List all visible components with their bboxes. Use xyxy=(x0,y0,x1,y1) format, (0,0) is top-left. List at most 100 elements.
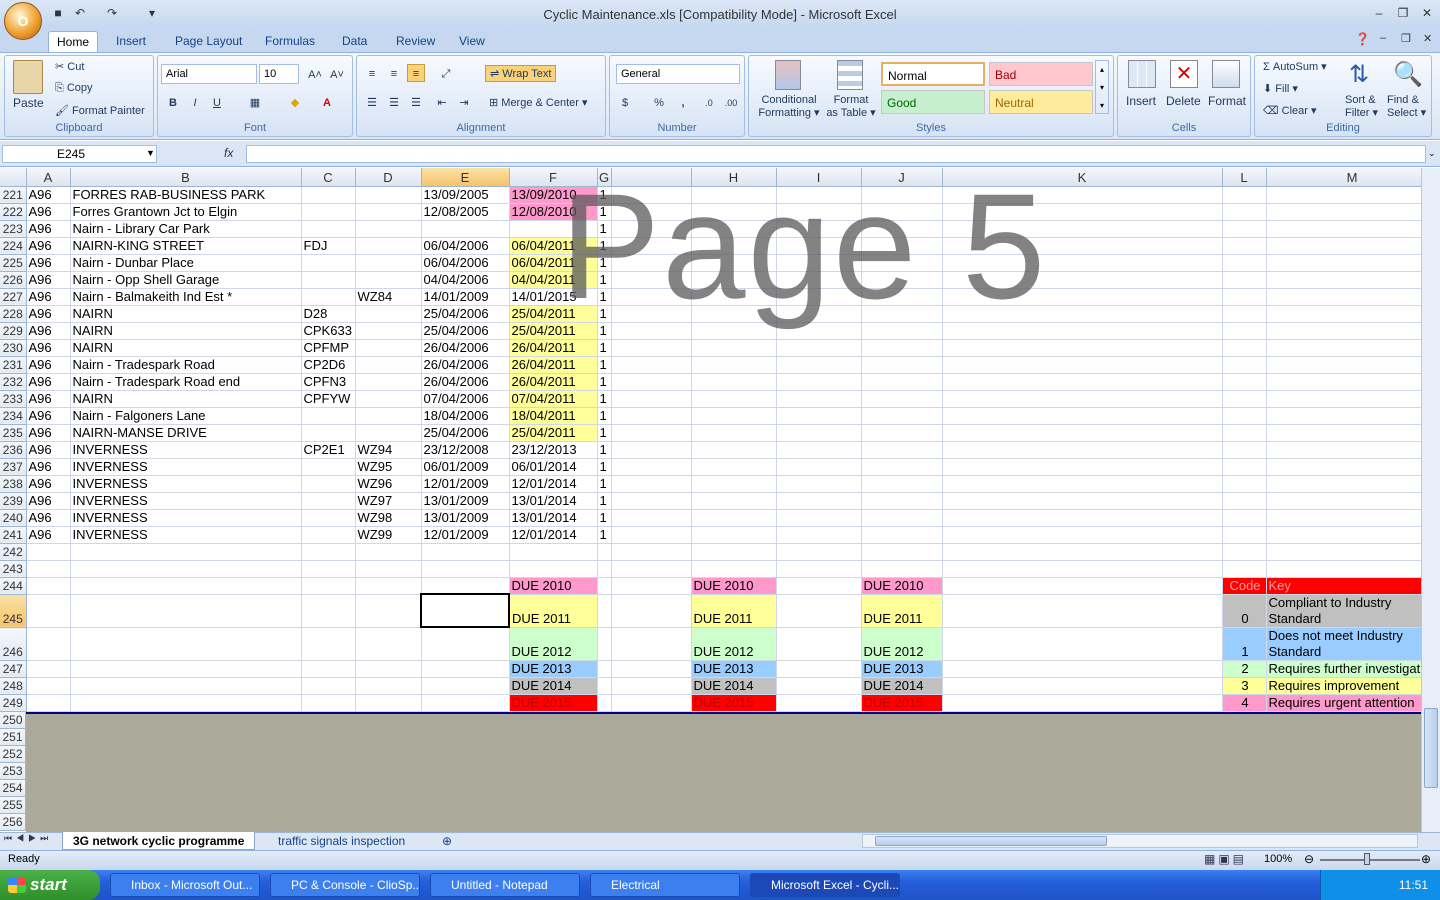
taskbar-browser[interactable]: PC & Console - ClioSp... xyxy=(270,873,420,897)
horizontal-scrollbar[interactable] xyxy=(862,834,1418,848)
cell-code[interactable]: 1 xyxy=(597,237,612,255)
tab-insert[interactable]: Insert xyxy=(108,31,154,52)
cell-blank[interactable] xyxy=(776,271,862,289)
cell-ref-d[interactable] xyxy=(355,186,422,204)
cell-blank[interactable] xyxy=(611,339,692,357)
cell-blank[interactable] xyxy=(776,458,862,476)
cell-blank[interactable] xyxy=(1266,220,1439,238)
cell-blank[interactable] xyxy=(301,594,356,628)
cell-last-date[interactable]: 25/04/2006 xyxy=(421,305,510,323)
cell-blank[interactable] xyxy=(691,390,777,408)
row-header[interactable]: 237 xyxy=(0,458,27,476)
insert-function-icon[interactable]: fx xyxy=(224,146,233,160)
help-icon[interactable]: ❓ xyxy=(1355,32,1370,46)
cell-blank[interactable] xyxy=(421,577,510,595)
cell-blank[interactable] xyxy=(301,694,356,712)
cell-blank[interactable] xyxy=(1266,356,1439,374)
row-header[interactable]: 250 xyxy=(0,712,26,729)
cell-code[interactable]: 1 xyxy=(597,339,612,357)
active-cell[interactable] xyxy=(420,593,510,628)
cell-blank[interactable] xyxy=(355,543,422,561)
cell-blank[interactable] xyxy=(26,594,71,628)
due-legend-k[interactable]: DUE 2012 xyxy=(861,627,943,661)
cell-blank[interactable] xyxy=(355,660,422,678)
row-header[interactable]: 239 xyxy=(0,492,27,510)
cell-blank[interactable] xyxy=(691,543,777,561)
cell-blank[interactable] xyxy=(26,560,71,578)
cell-blank[interactable] xyxy=(1266,237,1439,255)
cell-ref-c[interactable] xyxy=(301,458,356,476)
cell-blank[interactable] xyxy=(691,441,777,459)
cell-ref-c[interactable]: FDJ xyxy=(301,237,356,255)
cell-blank[interactable] xyxy=(421,694,510,712)
cell-blank[interactable] xyxy=(597,677,612,695)
cell-blank[interactable] xyxy=(861,492,943,510)
percent-button[interactable]: % xyxy=(650,93,668,111)
cell-location[interactable]: INVERNESS xyxy=(70,475,302,493)
cell-blank[interactable] xyxy=(70,594,302,628)
cell-blank[interactable] xyxy=(861,526,943,544)
format-painter-button[interactable]: 🖌 Format Painter xyxy=(55,104,145,117)
cell-blank[interactable] xyxy=(861,356,943,374)
cell-blank[interactable] xyxy=(1266,203,1439,221)
row-header[interactable]: 228 xyxy=(0,305,27,323)
cell-blank[interactable] xyxy=(1222,373,1267,391)
underline-button[interactable]: U xyxy=(208,93,226,111)
cell-blank[interactable] xyxy=(691,203,777,221)
cell-route[interactable]: A96 xyxy=(26,492,71,510)
cell-blank[interactable] xyxy=(691,237,777,255)
cell-blank[interactable] xyxy=(597,694,612,712)
cell-blank[interactable] xyxy=(776,237,862,255)
cell-due-date[interactable] xyxy=(509,220,598,238)
cell-blank[interactable] xyxy=(26,577,71,595)
cell-ref-d[interactable]: WZ84 xyxy=(355,288,422,306)
cell-blank[interactable] xyxy=(70,577,302,595)
cell-code[interactable]: 1 xyxy=(597,390,612,408)
cell-ref-d[interactable]: WZ97 xyxy=(355,492,422,510)
cell-ref-d[interactable]: WZ98 xyxy=(355,509,422,527)
cell-blank[interactable] xyxy=(942,694,1223,712)
cell-blank[interactable] xyxy=(942,254,1223,272)
cell-code[interactable]: 1 xyxy=(597,424,612,442)
cell-blank[interactable] xyxy=(1266,543,1439,561)
cell-ref-c[interactable]: CP2E1 xyxy=(301,441,356,459)
insert-sheet-icon[interactable]: ⊕ xyxy=(432,832,462,850)
cell-blank[interactable] xyxy=(597,577,612,595)
row-header[interactable]: 238 xyxy=(0,475,27,493)
cell-code[interactable]: 1 xyxy=(597,441,612,459)
cell-due-date[interactable]: 26/04/2011 xyxy=(509,339,598,357)
row-header[interactable]: 226 xyxy=(0,271,27,289)
cell-blank[interactable] xyxy=(861,424,943,442)
cell-blank[interactable] xyxy=(1222,407,1267,425)
cell-ref-c[interactable] xyxy=(301,220,356,238)
due-legend-i[interactable]: DUE 2010 xyxy=(691,577,777,595)
cell-blank[interactable] xyxy=(776,694,862,712)
cell-blank[interactable] xyxy=(942,475,1223,493)
font-color-icon[interactable]: A xyxy=(318,93,336,111)
column-header-D[interactable]: D xyxy=(355,168,422,187)
due-legend-i[interactable]: DUE 2013 xyxy=(691,660,777,678)
cell-route[interactable]: A96 xyxy=(26,271,71,289)
cell-last-date[interactable]: 12/01/2009 xyxy=(421,526,510,544)
cell-blank[interactable] xyxy=(691,407,777,425)
cell-blank[interactable] xyxy=(70,660,302,678)
sheet-nav-icon[interactable]: ⏮◀▶⏭ xyxy=(4,833,52,844)
cell-blank[interactable] xyxy=(942,543,1223,561)
cell-blank[interactable] xyxy=(776,543,862,561)
cell-blank[interactable] xyxy=(942,356,1223,374)
cell-location[interactable]: NAIRN xyxy=(70,305,302,323)
column-header-M[interactable]: M xyxy=(1266,168,1439,187)
cell-blank[interactable] xyxy=(942,509,1223,527)
grow-font-icon[interactable]: A˄ xyxy=(306,65,324,83)
cell-blank[interactable] xyxy=(421,627,510,661)
cell-blank[interactable] xyxy=(301,543,356,561)
comma-button[interactable]: , xyxy=(674,93,692,111)
due-legend-k[interactable]: DUE 2014 xyxy=(861,677,943,695)
cell-last-date[interactable]: 26/04/2006 xyxy=(421,373,510,391)
cell-route[interactable]: A96 xyxy=(26,288,71,306)
row-header[interactable]: 233 xyxy=(0,390,27,408)
cell-ref-d[interactable] xyxy=(355,322,422,340)
cell-blank[interactable] xyxy=(611,526,692,544)
cell-last-date[interactable]: 26/04/2006 xyxy=(421,356,510,374)
cell-location[interactable]: Nairn - Tradespark Road end xyxy=(70,373,302,391)
